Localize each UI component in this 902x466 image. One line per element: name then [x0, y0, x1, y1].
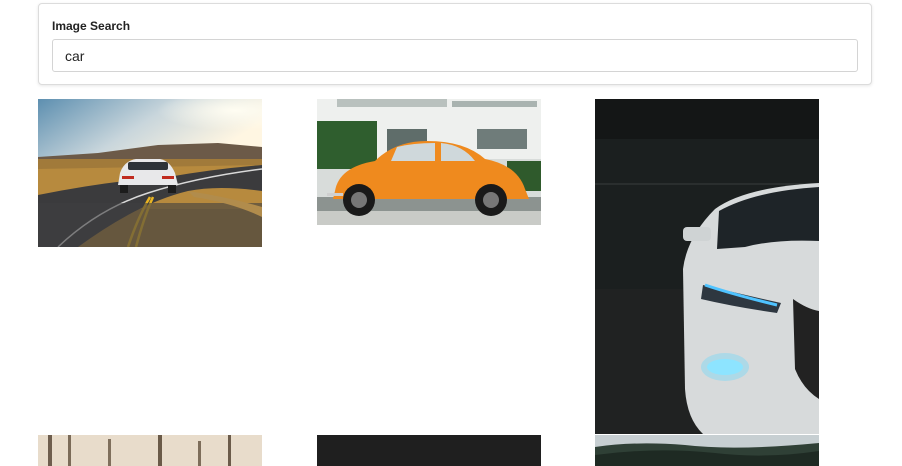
trees-image	[595, 435, 819, 466]
result-image-road-car[interactable]	[38, 99, 262, 247]
image-search-page: Image Search	[0, 0, 902, 466]
result-image-orange-beetle[interactable]	[317, 99, 541, 225]
result-image-dark[interactable]	[317, 435, 541, 466]
car-headlight-image	[595, 99, 819, 434]
search-input[interactable]	[52, 39, 858, 72]
road-car-image	[38, 99, 262, 247]
orange-beetle-image	[317, 99, 541, 225]
result-image-forest[interactable]	[38, 435, 262, 466]
forest-image	[38, 435, 262, 466]
result-image-trees[interactable]	[595, 435, 819, 466]
search-card: Image Search	[38, 3, 872, 85]
result-image-car-headlight[interactable]	[595, 99, 819, 434]
dark-image	[317, 435, 541, 466]
search-label: Image Search	[52, 19, 131, 33]
